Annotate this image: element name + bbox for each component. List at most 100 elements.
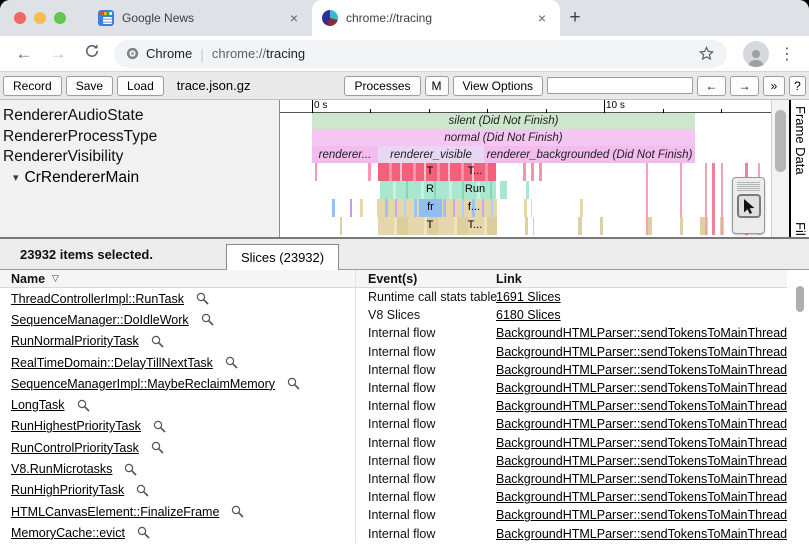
event-link[interactable]: 1691 Slices bbox=[496, 290, 561, 304]
find-next-button[interactable]: → bbox=[730, 76, 759, 96]
event-link[interactable]: BackgroundHTMLParser::sendTokensToMainTh… bbox=[496, 399, 787, 413]
slice-name-link[interactable]: ThreadControllerImpl::RunTask bbox=[11, 292, 184, 306]
slice-row-tasks[interactable]: T T... bbox=[280, 163, 771, 181]
magnifier-icon[interactable] bbox=[201, 313, 214, 326]
timeline-scrollbar[interactable] bbox=[771, 100, 789, 237]
new-tab-button[interactable]: + bbox=[560, 0, 590, 36]
navigation-bar: ← → Chrome | chrome:// tracing bbox=[0, 36, 809, 72]
flow-line bbox=[721, 163, 723, 235]
slice-name-link[interactable]: MemoryCache::evict bbox=[11, 526, 125, 540]
event-link[interactable]: 6180 Slices bbox=[496, 308, 561, 322]
visibility-slice[interactable]: renderer_visible bbox=[378, 146, 484, 163]
slice-name-link[interactable]: RunHighPriorityTask bbox=[11, 483, 124, 497]
drag-handle[interactable] bbox=[737, 181, 760, 192]
process-track-label[interactable]: RendererProcessType bbox=[0, 127, 279, 148]
magnifier-icon[interactable] bbox=[124, 463, 137, 476]
link-column-header[interactable]: Link bbox=[496, 272, 522, 286]
view-options-button[interactable]: View Options bbox=[453, 76, 543, 96]
load-button[interactable]: Load bbox=[117, 76, 164, 96]
scrollbar-thumb[interactable] bbox=[796, 286, 804, 312]
slice-name-link[interactable]: RunNormalPriorityTask bbox=[11, 334, 139, 348]
thread-track-row[interactable]: ▾ CrRendererMain bbox=[0, 169, 279, 187]
selection-mode-button[interactable] bbox=[737, 194, 761, 218]
site-info-icon[interactable] bbox=[126, 47, 139, 60]
slice-name-link[interactable]: RealTimeDomain::DelayTillNextTask bbox=[11, 356, 213, 370]
magnifier-icon[interactable] bbox=[287, 377, 300, 390]
event-link[interactable]: BackgroundHTMLParser::sendTokensToMainTh… bbox=[496, 436, 787, 450]
metadata-button[interactable]: M bbox=[425, 76, 449, 96]
find-options-button[interactable]: » bbox=[763, 76, 785, 96]
event-link[interactable]: BackgroundHTMLParser::sendTokensToMainTh… bbox=[496, 454, 787, 468]
slice-row-tasks-2[interactable]: T T... bbox=[280, 217, 771, 235]
name-column-header[interactable]: Name ▽ bbox=[0, 270, 355, 288]
magnifier-icon[interactable] bbox=[137, 526, 150, 539]
tab-chrome-tracing[interactable]: chrome://tracing × bbox=[312, 0, 560, 36]
magnifier-icon[interactable] bbox=[153, 420, 166, 433]
slice-name-link[interactable]: LongTask bbox=[11, 398, 65, 412]
events-column-header[interactable]: Event(s) bbox=[356, 272, 496, 286]
magnifier-icon[interactable] bbox=[196, 292, 209, 305]
timeline-view: RendererAudioState RendererProcessType R… bbox=[0, 100, 809, 237]
timeline-track-area[interactable]: 0 s 10 s silent (Did Not Finish) normal … bbox=[280, 100, 771, 237]
tab-google-news[interactable]: Google News × bbox=[88, 0, 312, 36]
slice-name-link[interactable]: SequenceManagerImpl::MaybeReclaimMemory bbox=[11, 377, 275, 391]
track-names-pane: RendererAudioState RendererProcessType R… bbox=[0, 100, 280, 237]
help-button[interactable]: ? bbox=[789, 76, 806, 96]
tab-file-size-stats[interactable]: Fil bbox=[793, 222, 808, 236]
event-link[interactable]: BackgroundHTMLParser::sendTokensToMainTh… bbox=[496, 326, 787, 340]
magnifier-icon[interactable] bbox=[151, 441, 164, 454]
process-track-label[interactable]: RendererVisibility bbox=[0, 147, 279, 168]
find-previous-button[interactable]: ← bbox=[697, 76, 726, 96]
bookmark-star-icon[interactable] bbox=[698, 45, 715, 62]
zoom-window-button[interactable] bbox=[54, 12, 66, 24]
tab-frame-data[interactable]: Frame Data bbox=[793, 106, 808, 175]
browser-menu-button[interactable]: ⋮ bbox=[779, 44, 795, 64]
tab-slices[interactable]: Slices (23932) bbox=[226, 244, 339, 270]
event-link[interactable]: BackgroundHTMLParser::sendTokensToMainTh… bbox=[496, 527, 787, 541]
magnifier-icon[interactable] bbox=[151, 335, 164, 348]
find-input[interactable] bbox=[547, 77, 693, 94]
slice-name-link[interactable]: RunControlPriorityTask bbox=[11, 441, 139, 455]
forward-button[interactable]: → bbox=[46, 44, 70, 64]
omnibox[interactable]: Chrome | chrome:// tracing bbox=[114, 40, 727, 68]
event-cell: Internal flow bbox=[356, 363, 496, 377]
close-window-button[interactable] bbox=[14, 12, 26, 24]
visibility-slice[interactable]: renderer_backgrounded (Did Not Finish) bbox=[484, 146, 695, 163]
close-tab-icon[interactable]: × bbox=[286, 10, 302, 26]
table-row: Internal flow BackgroundHTMLParser::send… bbox=[356, 506, 787, 524]
table-row: MemoryCache::evict bbox=[0, 522, 355, 543]
process-track-label[interactable]: RendererAudioState bbox=[0, 106, 279, 127]
event-link[interactable]: BackgroundHTMLParser::sendTokensToMainTh… bbox=[496, 417, 787, 431]
slice-name-link[interactable]: HTMLCanvasElement::FinalizeFrame bbox=[11, 505, 219, 519]
reload-button[interactable] bbox=[80, 43, 104, 64]
slice-row-run[interactable]: R Run bbox=[280, 181, 771, 199]
minimize-window-button[interactable] bbox=[34, 12, 46, 24]
timeline-tool-panel[interactable] bbox=[732, 177, 765, 234]
close-tab-icon[interactable]: × bbox=[534, 10, 550, 26]
slice-row-frames[interactable]: fr f... bbox=[280, 199, 771, 217]
event-link[interactable]: BackgroundHTMLParser::sendTokensToMainTh… bbox=[496, 381, 787, 395]
audio-state-slice[interactable]: silent (Did Not Finish) bbox=[312, 113, 695, 129]
slice-name-link[interactable]: RunHighestPriorityTask bbox=[11, 419, 141, 433]
event-link[interactable]: BackgroundHTMLParser::sendTokensToMainTh… bbox=[496, 508, 787, 522]
back-button[interactable]: ← bbox=[12, 44, 36, 64]
processes-button[interactable]: Processes bbox=[344, 76, 420, 96]
event-link[interactable]: BackgroundHTMLParser::sendTokensToMainTh… bbox=[496, 490, 787, 504]
save-button[interactable]: Save bbox=[66, 76, 113, 96]
magnifier-icon[interactable] bbox=[77, 399, 90, 412]
slice-name-link[interactable]: V8.RunMicrotasks bbox=[11, 462, 112, 476]
magnifier-icon[interactable] bbox=[231, 505, 244, 518]
scrollbar-thumb[interactable] bbox=[775, 110, 786, 172]
profile-avatar-button[interactable] bbox=[743, 41, 769, 67]
slice-name-link[interactable]: SequenceManager::DoIdleWork bbox=[11, 313, 189, 327]
record-button[interactable]: Record bbox=[3, 76, 62, 96]
magnifier-icon[interactable] bbox=[136, 484, 149, 497]
event-link[interactable]: BackgroundHTMLParser::sendTokensToMainTh… bbox=[496, 472, 787, 486]
event-link[interactable]: BackgroundHTMLParser::sendTokensToMainTh… bbox=[496, 345, 787, 359]
visibility-slice[interactable]: renderer... bbox=[312, 146, 378, 163]
collapse-triangle-icon[interactable]: ▾ bbox=[13, 171, 19, 184]
magnifier-icon[interactable] bbox=[225, 356, 238, 369]
process-type-slice[interactable]: normal (Did Not Finish) bbox=[312, 129, 695, 146]
analysis-scrollbar[interactable] bbox=[787, 270, 809, 543]
event-link[interactable]: BackgroundHTMLParser::sendTokensToMainTh… bbox=[496, 363, 787, 377]
